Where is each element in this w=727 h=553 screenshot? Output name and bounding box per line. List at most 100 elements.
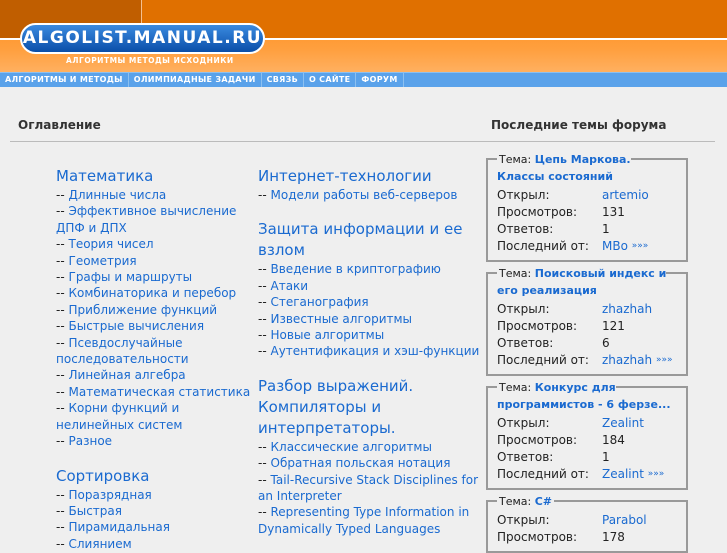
site-logo[interactable]: ALGOLIST.MANUAL.RU [20,23,265,54]
row-value-last[interactable]: MBo [602,238,628,255]
toc-item: -- Комбинаторика и перебор [56,285,252,301]
bullet-dash: -- [56,188,65,202]
topic-row-replies: Ответов: 6 [497,335,678,352]
toc-link[interactable]: Поразрядная [69,488,152,502]
toc-link[interactable]: Линейная алгебра [69,368,186,382]
topic-row-last: Последний от: MBo »»» [497,238,678,255]
toc-item: -- Приближение функций [56,302,252,318]
toc-link[interactable]: Комбинаторика и перебор [69,286,237,300]
category-heading[interactable]: Математика [56,166,252,187]
row-label: Последний от: [497,467,589,481]
toc-link[interactable]: Эффективное вычисление ДПФ и ДПХ [56,204,236,234]
toc-link[interactable]: Математическая статистика [69,385,251,399]
toc-link[interactable]: Слиянием [69,537,132,551]
topic-legend: Тема: Поисковый индекс и его реализация [497,265,678,299]
toc-link[interactable]: Атаки [271,279,309,293]
toc-link[interactable]: Известные алгоритмы [271,312,413,326]
toc-link[interactable]: Корни функций и нелинейных систем [56,401,182,431]
row-value-last[interactable]: zhazhah [602,352,652,369]
forum-topic-box: Тема: C# Открыл: Parabol Просмотров: 178 [486,495,688,553]
toc-link[interactable]: Аутентификация и хэш-функции [271,344,480,358]
row-label: Открыл: [497,302,550,316]
topic-label: Тема: [499,381,532,394]
toc-link[interactable]: Приближение функций [69,303,218,317]
nav-about[interactable]: О САЙТЕ [304,73,357,87]
nav-contact[interactable]: СВЯЗЬ [262,73,304,87]
toc-link[interactable]: Теория чисел [69,237,154,251]
row-value-opened[interactable]: Zealint [602,415,644,432]
bullet-dash: -- [56,237,65,252]
toc-title: Оглавление [18,118,101,132]
site-header: ALGOLIST.MANUAL.RU АЛГОРИТМЫ МЕТОДЫ ИСХО… [0,0,727,72]
goto-last-post-link[interactable]: »»» [648,466,665,483]
row-value-views: 131 [602,205,625,219]
bullet-dash: -- [258,278,267,293]
toc-item: -- Математическая статистика [56,384,252,400]
toc-link[interactable]: Геометрия [69,254,137,268]
topic-legend-text: Тема: Поисковый индекс и его реализация [497,267,667,297]
toc-item: -- Линейная алгебра [56,367,252,383]
toc-link[interactable]: Быстрая [69,504,122,518]
goto-last-post-link[interactable]: »»» [656,352,673,369]
toc-link[interactable]: Стеганография [271,295,369,309]
toc-link[interactable]: Новые алгоритмы [271,328,385,342]
row-value-opened[interactable]: Parabol [602,512,647,529]
toc-link[interactable]: Обратная польская нотация [271,456,451,470]
toc-item: -- Псевдослучайные последовательности [56,335,252,368]
forum-title: Последние темы форума [491,118,667,132]
bullet-dash: -- [56,204,65,219]
forum-topic-box: Тема: Поисковый индекс и его реализация О… [486,267,688,376]
category-heading[interactable]: Интернет-технологии [258,166,486,187]
topic-link[interactable]: C# [535,495,552,508]
toc-link[interactable]: Пирамидальная [69,520,170,534]
bullet-dash: -- [56,319,65,334]
toc-link[interactable]: Графы и маршруты [69,270,193,284]
toc-item: -- Корни функций и нелинейных систем [56,400,252,433]
toc-link[interactable]: Tail-Recursive Stack Disciplines for an … [258,473,478,503]
row-label: Ответов: [497,450,554,464]
toc-item: -- Быстрая [56,503,252,519]
row-value-opened[interactable]: artemio [602,187,649,204]
toc-link[interactable]: Длинные числа [69,188,167,202]
row-label: Последний от: [497,239,589,253]
row-value-opened[interactable]: zhazhah [602,301,652,318]
row-label: Просмотров: [497,433,578,447]
bullet-dash: -- [258,472,267,487]
goto-last-post-link[interactable]: »»» [632,238,649,255]
site-tagline: АЛГОРИТМЫ МЕТОДЫ ИСХОДНИКИ [66,56,234,65]
topic-row-views: Просмотров: 184 [497,432,678,449]
bullet-dash: -- [56,401,65,416]
bullet-dash: -- [56,536,65,551]
divider [10,141,715,142]
bullet-dash: -- [258,505,267,520]
toc-link[interactable]: Разное [69,434,113,448]
category-heading[interactable]: Защита информации и ее взлом [258,219,486,261]
toc-item: -- Введение в криптографию [258,261,486,277]
category-heading[interactable]: Сортировка [56,466,252,487]
forum-topics: Тема: Цепь Маркова. Классы состояний Откр… [486,150,688,553]
nav-forum[interactable]: ФОРУМ [356,73,404,87]
bullet-dash: -- [56,503,65,518]
topic-row-last: Последний от: zhazhah »»» [497,352,678,369]
row-value-last[interactable]: Zealint [602,466,644,483]
toc-link[interactable]: Псевдослучайные последовательности [56,336,189,366]
bullet-dash: -- [258,295,267,310]
bullet-dash: -- [56,270,65,285]
nav-olympiad[interactable]: ОЛИМПИАДНЫЕ ЗАДАЧИ [129,73,262,87]
toc-link[interactable]: Модели работы веб-серверов [271,188,458,202]
toc-item: -- Модели работы веб-серверов [258,187,486,203]
toc-link[interactable]: Быстрые вычисления [69,319,205,333]
toc-link[interactable]: Representing Type Information in Dynamic… [258,505,469,535]
topic-row-views: Просмотров: 121 [497,318,678,335]
toc-link[interactable]: Введение в криптографию [271,262,441,276]
toc-item: -- Быстрые вычисления [56,318,252,334]
topic-row-opened: Открыл: zhazhah [497,301,678,318]
row-label: Последний от: [497,353,589,367]
topic-row-views: Просмотров: 131 [497,204,678,221]
nav-algorithms[interactable]: АЛГОРИТМЫ И МЕТОДЫ [0,73,129,87]
main-nav: АЛГОРИТМЫ И МЕТОДЫ ОЛИМПИАДНЫЕ ЗАДАЧИ СВ… [0,72,727,87]
toc-link[interactable]: Классические алгоритмы [271,440,432,454]
row-label: Открыл: [497,416,550,430]
category-heading[interactable]: Разбор выражений. Компиляторы и интерпре… [258,376,486,439]
